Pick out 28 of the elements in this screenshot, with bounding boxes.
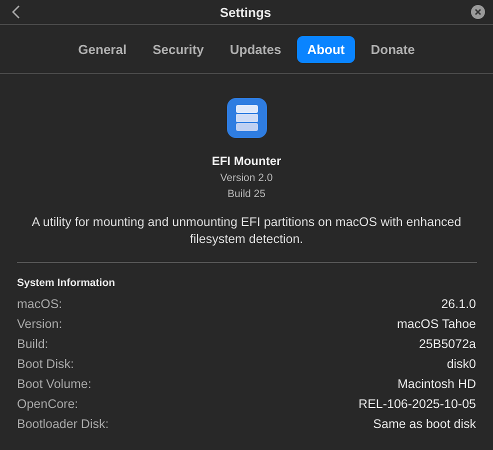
tab[interactable]: Donate xyxy=(360,36,425,62)
tab[interactable]: Updates xyxy=(220,36,292,62)
info-value: macOS Tahoe xyxy=(397,317,476,331)
info-label: Version: xyxy=(17,317,62,331)
info-label: Boot Disk: xyxy=(17,357,74,371)
info-value: Macintosh HD xyxy=(398,377,476,391)
info-label: macOS: xyxy=(17,297,62,311)
tab[interactable]: Security xyxy=(142,36,214,62)
version-text: Version 2.0 xyxy=(220,172,273,184)
section-heading: System Information xyxy=(17,277,116,289)
info-label: OpenCore: xyxy=(17,397,78,411)
build-text: Build 25 xyxy=(228,188,266,200)
info-value: 25B5072a xyxy=(418,337,476,351)
tab[interactable]: About xyxy=(297,36,355,62)
app-name: EFI Mounter xyxy=(212,154,282,168)
info-label: Boot Volume: xyxy=(17,377,92,391)
app-icon xyxy=(226,98,266,138)
window-title: Settings xyxy=(220,4,272,20)
info-label: Build: xyxy=(17,337,48,351)
info-label: Bootloader Disk: xyxy=(17,417,109,431)
tab[interactable]: General xyxy=(68,36,137,62)
back-icon[interactable] xyxy=(12,5,20,19)
info-value: 26.1.0 xyxy=(441,297,476,311)
info-value: Same as boot disk xyxy=(373,417,476,431)
close-icon[interactable] xyxy=(470,5,485,19)
info-value: disk0 xyxy=(446,357,476,371)
app-description: A utility for mounting and unmounting EFI partitions on macOS with enhanced filesystem detection. xyxy=(30,214,462,248)
info-value: REL-106-2025-10-05 xyxy=(358,397,476,411)
